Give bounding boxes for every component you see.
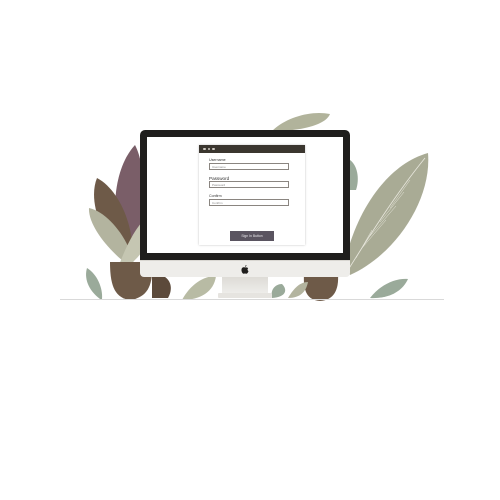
- monitor-stand-base: [218, 293, 272, 298]
- small-leaf: [271, 284, 286, 298]
- monitor-bezel: Username Username Password Password Conf…: [140, 130, 350, 260]
- small-leaf: [288, 282, 308, 298]
- login-form: Username Username Password Password Conf…: [199, 153, 305, 206]
- small-leaf: [370, 278, 408, 299]
- window-maximize-dot[interactable]: [212, 147, 215, 151]
- top-leaf: [272, 112, 330, 131]
- username-field[interactable]: Username: [209, 163, 289, 170]
- monitor-chin: [140, 260, 350, 277]
- password-field[interactable]: Password: [209, 181, 289, 188]
- apple-icon: [241, 264, 249, 274]
- login-window: Username Username Password Password Conf…: [199, 145, 305, 245]
- window-minimize-dot[interactable]: [207, 147, 210, 151]
- sage-leaf: [182, 276, 216, 300]
- small-leaf: [86, 268, 103, 299]
- window-close-dot[interactable]: [203, 147, 206, 151]
- confirm-field[interactable]: Confirm: [209, 199, 289, 206]
- monitor-screen: Username Username Password Password Conf…: [147, 137, 343, 253]
- illustration-scene: Username Username Password Password Conf…: [0, 0, 500, 500]
- window-titlebar: [199, 145, 305, 153]
- pot-left-shade: [152, 274, 171, 298]
- desktop-monitor: Username Username Password Password Conf…: [140, 130, 350, 277]
- pot-right: [303, 274, 339, 301]
- sign-in-button[interactable]: Sign In Button: [230, 231, 274, 241]
- monitor-stand-neck: [222, 276, 268, 294]
- ground-line: [60, 299, 444, 300]
- sage-leaf: [350, 160, 358, 190]
